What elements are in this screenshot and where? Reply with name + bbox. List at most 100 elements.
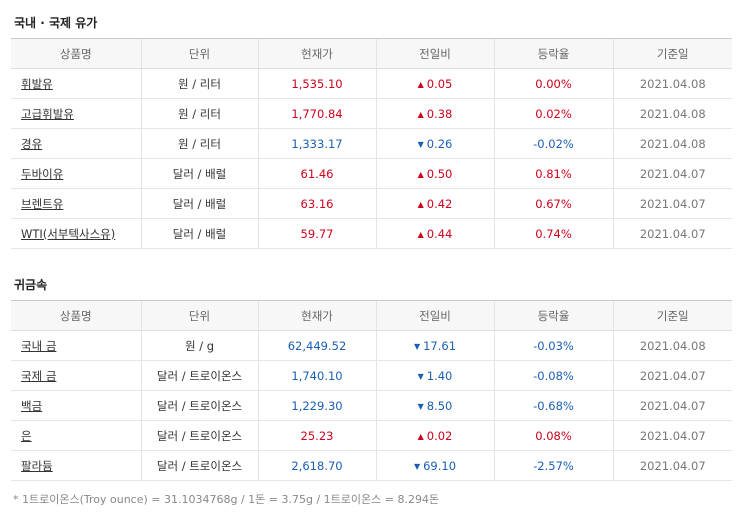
product-link[interactable]: 경유 xyxy=(21,137,42,151)
unit-cell: 원 / g xyxy=(140,330,258,361)
change-cell: ▼ 69.10 xyxy=(375,450,494,481)
unit-conversion-footnote: * 1트로이온스(Troy ounce) = 31.1034768g / 1돈 … xyxy=(13,493,440,506)
current-price-cell: 59.77 xyxy=(257,218,376,249)
unit-cell: 달러 / 트로이온스 xyxy=(140,450,258,481)
header-base-date: 기준일 xyxy=(612,38,732,69)
base-date-cell: 2021.04.08 xyxy=(612,68,732,99)
header-product-name: 상품명 xyxy=(11,300,141,331)
base-date-cell: 2021.04.07 xyxy=(612,360,732,391)
change-rate-cell: -2.57% xyxy=(493,450,613,481)
product-name-cell: 휘발유 xyxy=(11,68,141,99)
current-price-cell: 1,333.17 xyxy=(257,128,376,159)
triangle-down-icon: ▼ xyxy=(413,341,421,351)
base-date-cell: 2021.04.08 xyxy=(612,128,732,159)
change-value: 1.40 xyxy=(426,368,453,383)
header-change-rate: 등락율 xyxy=(493,300,613,331)
header-change-rate: 등락율 xyxy=(493,38,613,69)
change-rate-cell: 0.81% xyxy=(493,158,613,189)
product-name-cell: 브렌트유 xyxy=(11,188,141,219)
table-row: 팔라듐 달러 / 트로이온스 2,618.70 ▼ 69.10 -2.57% 2021.04… xyxy=(11,450,732,481)
unit-cell: 원 / 리터 xyxy=(140,68,258,99)
table-row: 두바이유 달러 / 배럴 61.46 ▲ 0.50 0.81% 2021.04.07 xyxy=(11,158,732,189)
change-cell: ▲ 0.50 xyxy=(375,158,494,189)
product-name-cell: 두바이유 xyxy=(11,158,141,189)
unit-cell: 원 / 리터 xyxy=(140,128,258,159)
product-link[interactable]: 팔라듐 xyxy=(21,459,53,473)
change-rate-cell: -0.03% xyxy=(493,330,613,361)
current-price-cell: 61.46 xyxy=(257,158,376,189)
change-cell: ▲ 0.05 xyxy=(375,68,494,99)
table-row: 국제 금 달러 / 트로이온스 1,740.10 ▼ 1.40 -0.08% 2021.04… xyxy=(11,360,732,391)
product-link[interactable]: 브렌트유 xyxy=(21,197,63,211)
table-row: 휘발유 원 / 리터 1,535.10 ▲ 0.05 0.00% 2021.04.08 xyxy=(11,68,732,99)
product-link[interactable]: 고급휘발유 xyxy=(21,107,74,121)
unit-cell: 달러 / 배럴 xyxy=(140,188,258,219)
change-rate-cell: 0.74% xyxy=(493,218,613,249)
change-rate-cell: 0.67% xyxy=(493,188,613,219)
change-cell: ▼ 8.50 xyxy=(375,390,494,421)
product-name-cell: 팔라듐 xyxy=(11,450,141,481)
base-date-cell: 2021.04.08 xyxy=(612,330,732,361)
triangle-up-icon: ▲ xyxy=(417,109,424,119)
oil-price-table: 상품명 단위 현재가 전일비 등락율 기준일 휘발유 원 / 리터 1,535.10… xyxy=(11,38,732,249)
product-link[interactable]: 두바이유 xyxy=(21,167,63,181)
change-cell: ▲ 0.02 xyxy=(375,420,494,451)
header-change: 전일비 xyxy=(375,300,494,331)
product-link[interactable]: 휘발유 xyxy=(21,77,53,91)
product-name-cell: 백금 xyxy=(11,390,141,421)
change-cell: ▼ 0.26 xyxy=(375,128,494,159)
table-row: 은 달러 / 트로이온스 25.23 ▲ 0.02 0.08% 2021.04.07 xyxy=(11,420,732,451)
triangle-up-icon: ▲ xyxy=(417,431,424,441)
table-row: 고급휘발유 원 / 리터 1,770.84 ▲ 0.38 0.02% 2021.04.08 xyxy=(11,98,732,129)
triangle-up-icon: ▲ xyxy=(417,229,424,239)
unit-cell: 달러 / 트로이온스 xyxy=(140,360,258,391)
change-rate-cell: -0.68% xyxy=(493,390,613,421)
unit-cell: 원 / 리터 xyxy=(140,98,258,129)
change-cell: ▲ 0.42 xyxy=(375,188,494,219)
header-unit: 단위 xyxy=(140,300,258,331)
product-link[interactable]: 국내 금 xyxy=(21,339,56,353)
current-price-cell: 1,740.10 xyxy=(257,360,376,391)
change-value: 69.10 xyxy=(423,458,457,473)
product-name-cell: 고급휘발유 xyxy=(11,98,141,129)
header-current-price: 현재가 xyxy=(257,300,376,331)
current-price-cell: 62,449.52 xyxy=(257,330,376,361)
change-value: 0.05 xyxy=(426,76,453,91)
base-date-cell: 2021.04.08 xyxy=(612,98,732,129)
product-name-cell: 은 xyxy=(11,420,141,451)
current-price-cell: 1,770.84 xyxy=(257,98,376,129)
change-value: 0.02 xyxy=(426,428,453,443)
change-rate-cell: -0.02% xyxy=(493,128,613,159)
base-date-cell: 2021.04.07 xyxy=(612,420,732,451)
current-price-cell: 1,535.10 xyxy=(257,68,376,99)
triangle-down-icon: ▼ xyxy=(417,139,424,149)
triangle-down-icon: ▼ xyxy=(417,371,424,381)
current-price-cell: 63.16 xyxy=(257,188,376,219)
product-name-cell: 국내 금 xyxy=(11,330,141,361)
table-header-row: 상품명 단위 현재가 전일비 등락율 기준일 xyxy=(11,300,732,331)
product-link[interactable]: 은 xyxy=(21,429,32,443)
change-value: 8.50 xyxy=(426,398,453,413)
header-product-name: 상품명 xyxy=(11,38,141,69)
unit-cell: 달러 / 배럴 xyxy=(140,218,258,249)
change-cell: ▲ 0.44 xyxy=(375,218,494,249)
base-date-cell: 2021.04.07 xyxy=(612,158,732,189)
table-row: 브렌트유 달러 / 배럴 63.16 ▲ 0.42 0.67% 2021.04.07 xyxy=(11,188,732,219)
table-row: 국내 금원 / g 62,449.52 ▼ 17.61 -0.03% 2021.04.08 xyxy=(11,330,732,361)
header-change: 전일비 xyxy=(375,38,494,69)
unit-cell: 달러 / 트로이온스 xyxy=(140,390,258,421)
change-cell: ▲ 0.38 xyxy=(375,98,494,129)
unit-cell: 달러 / 트로이온스 xyxy=(140,420,258,451)
triangle-up-icon: ▲ xyxy=(417,79,424,89)
product-link[interactable]: 국제 금 xyxy=(21,369,56,383)
change-rate-cell: -0.08% xyxy=(493,360,613,391)
change-value: 0.50 xyxy=(426,166,453,181)
change-rate-cell: 0.02% xyxy=(493,98,613,129)
product-link[interactable]: 백금 xyxy=(21,399,42,413)
change-value: 0.26 xyxy=(426,136,453,151)
product-link[interactable]: WTI(서부텍사스유) xyxy=(21,227,115,241)
header-unit: 단위 xyxy=(140,38,258,69)
product-name-cell: 국제 금 xyxy=(11,360,141,391)
product-name-cell: WTI(서부텍사스유) xyxy=(11,218,141,249)
metal-section-title: 귀금속 xyxy=(14,278,48,292)
